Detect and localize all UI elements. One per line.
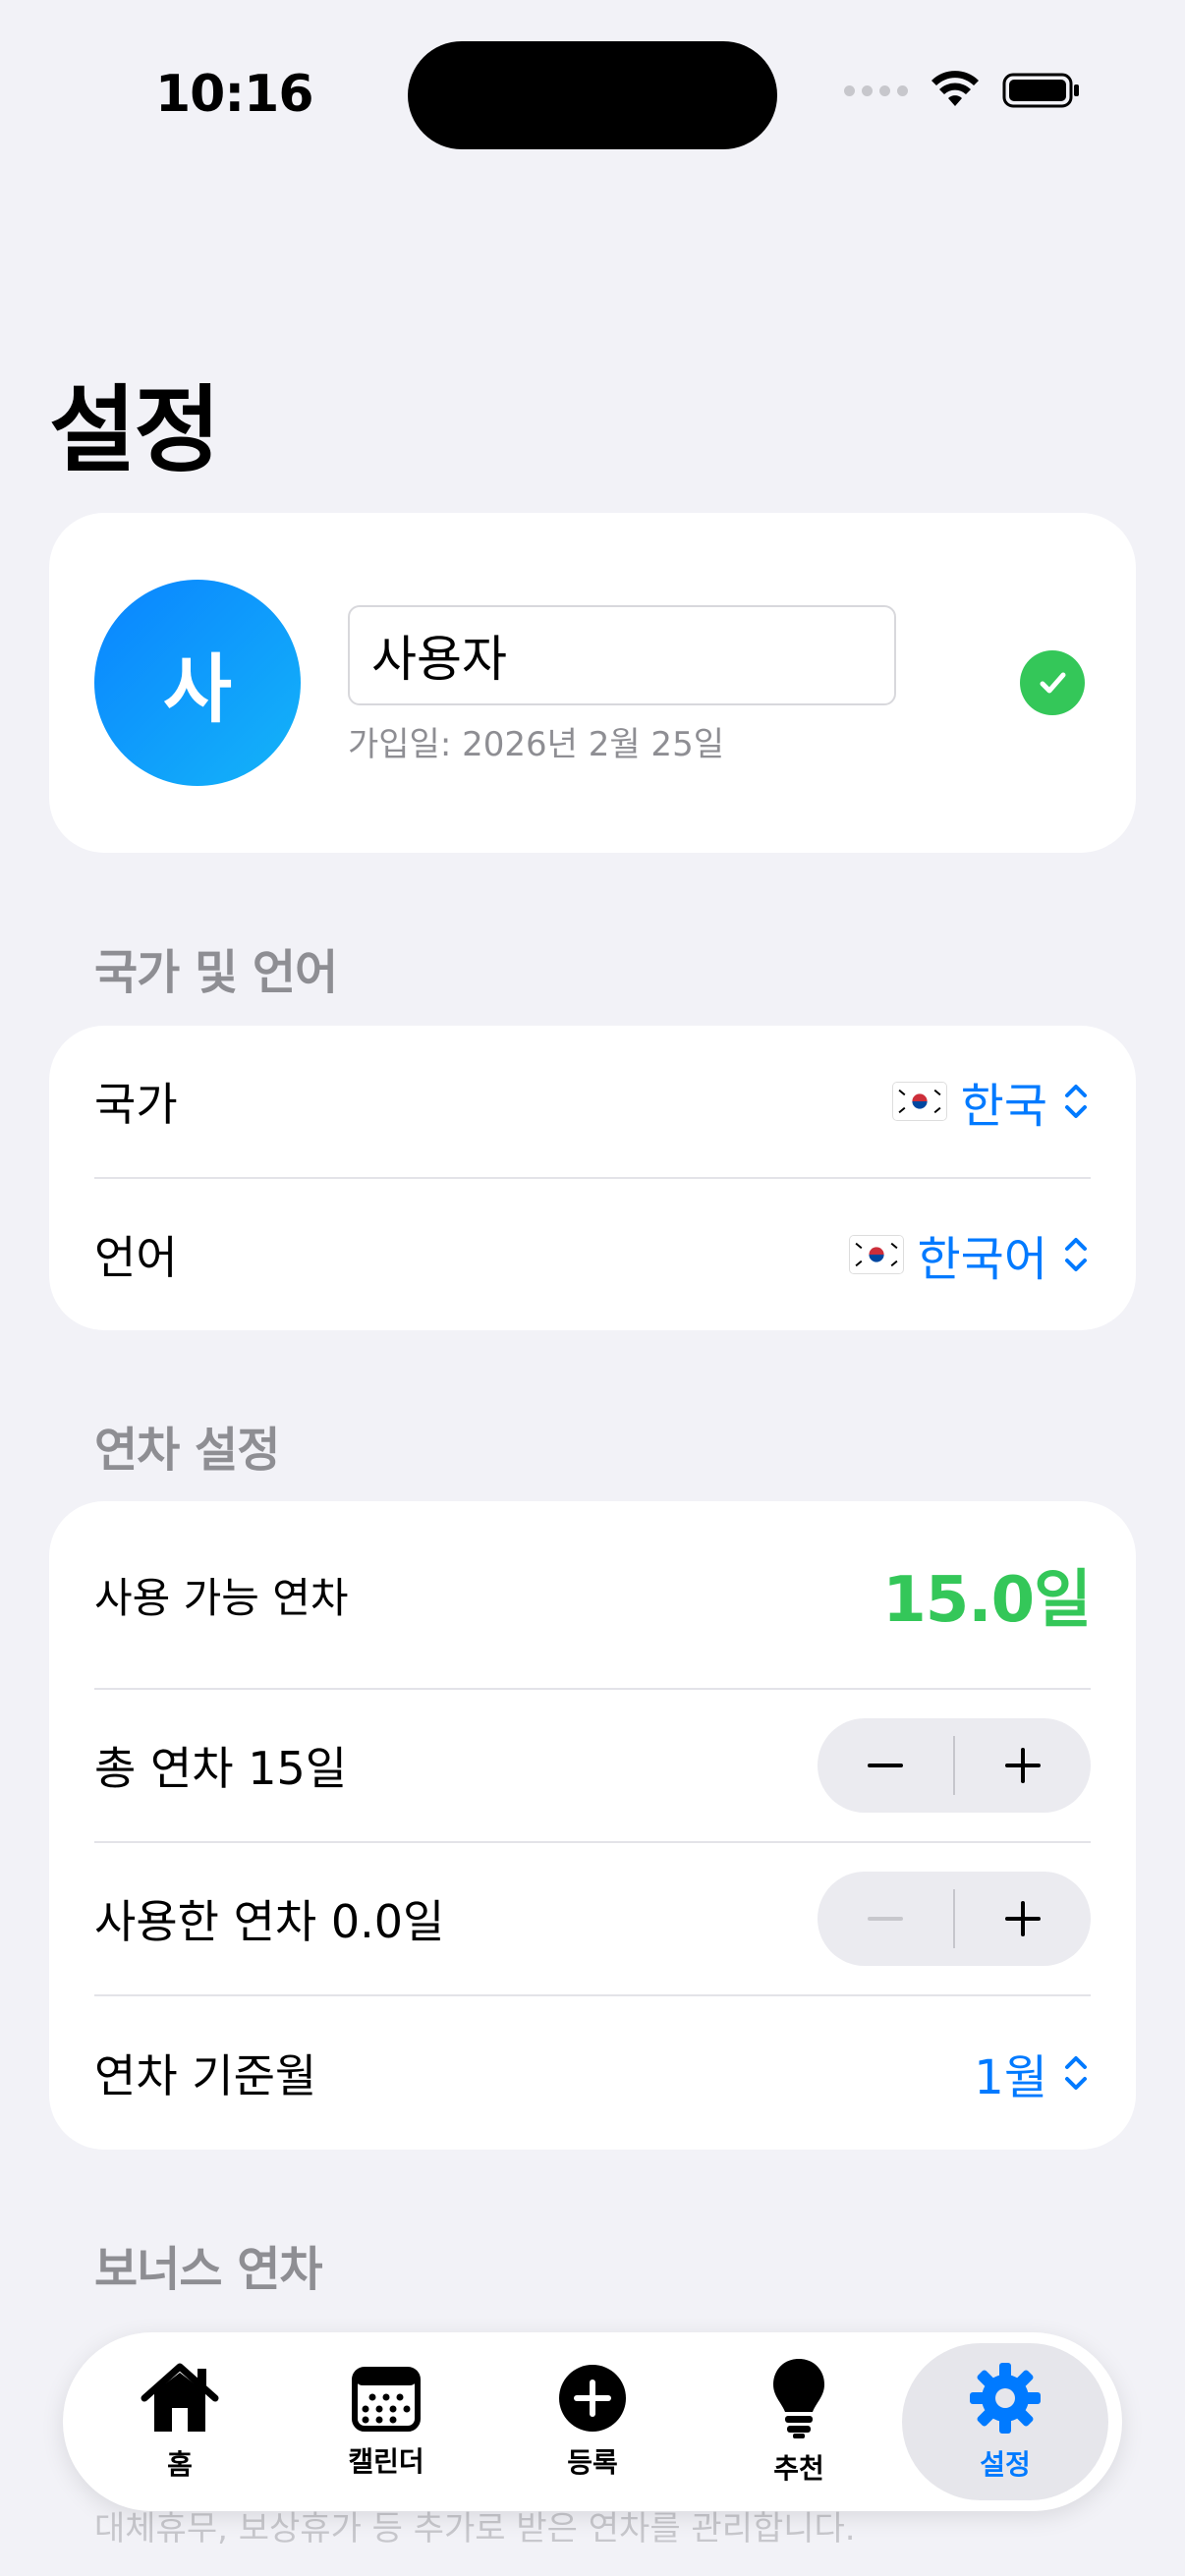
used-leave-label: 사용한 연차 0.0일 [94, 1895, 445, 1948]
total-leave-increment-button[interactable] [955, 1718, 1091, 1813]
country-label: 국가 [94, 1078, 178, 1131]
plus-icon [1005, 1748, 1041, 1783]
tab-label: 캘린더 [348, 2445, 424, 2478]
used-leave-stepper[interactable] [818, 1872, 1091, 1966]
language-value: 한국어 [917, 1232, 1047, 1287]
available-leave-label: 사용 가능 연차 [94, 1573, 349, 1622]
name-input[interactable] [348, 605, 896, 705]
tab-label: 추천 [773, 2452, 824, 2485]
total-leave-stepper[interactable] [818, 1718, 1091, 1813]
country-picker[interactable]: 한국 [891, 1067, 1091, 1136]
chevron-up-down-icon [1065, 1085, 1087, 1118]
lightbulb-icon [773, 2359, 824, 2438]
korea-flag-icon [891, 1082, 947, 1121]
tab-label: 홈 [167, 2448, 193, 2481]
plus-icon [1005, 1901, 1041, 1936]
house-icon [141, 2363, 219, 2432]
minus-icon [868, 1917, 903, 1921]
language-label: 언어 [94, 1231, 178, 1284]
section-header-leave-settings: 연차 설정 [94, 1423, 280, 1478]
language-row[interactable]: 언어 한국어 [94, 1179, 1091, 1330]
base-month-label: 연차 기준월 [94, 2049, 317, 2102]
section-header-country-language: 국가 및 언어 [94, 945, 338, 1000]
total-leave-row: 총 연차 15일 [94, 1690, 1091, 1841]
avatar-initial: 사 [163, 645, 232, 733]
korea-flag-icon [848, 1235, 904, 1274]
status-bar: 10:16 [0, 0, 1185, 187]
tab-settings[interactable]: 설정 [902, 2343, 1108, 2500]
leave-settings-card: 사용 가능 연차 15.0일 총 연차 15일 사용한 연차 0.0일 연차 기… [49, 1501, 1136, 2150]
gear-icon [970, 2363, 1041, 2434]
country-value: 한국 [960, 1079, 1047, 1134]
language-picker[interactable]: 한국어 [848, 1220, 1091, 1289]
base-month-picker[interactable]: 1월 [974, 2039, 1091, 2107]
base-month-row[interactable]: 연차 기준월 1월 [94, 1996, 1091, 2150]
join-date: 가입일: 2026년 2월 25일 [348, 725, 724, 764]
wifi-icon [931, 71, 979, 106]
plus-circle-icon [559, 2365, 626, 2432]
dynamic-island [408, 41, 777, 149]
used-leave-increment-button[interactable] [955, 1872, 1091, 1966]
section-header-bonus-leave: 보너스 연차 [94, 2242, 323, 2297]
tab-home[interactable]: 홈 [77, 2343, 283, 2500]
chevron-up-down-icon [1065, 2056, 1087, 2090]
available-leave-value: 15.0일 [882, 1564, 1092, 1637]
status-icons [844, 71, 1081, 110]
total-leave-decrement-button[interactable] [818, 1718, 953, 1813]
base-month-value: 1월 [974, 2050, 1047, 2105]
used-leave-row: 사용한 연차 0.0일 [94, 1843, 1091, 1994]
page-title: 설정 [49, 375, 221, 485]
battery-icon [1002, 73, 1079, 108]
signal-dots-icon [844, 84, 908, 96]
tab-bar: 홈 캘린더 등록 추천 설정 [63, 2332, 1122, 2511]
country-language-card: 국가 한국 언어 한국어 [49, 1026, 1136, 1330]
avatar: 사 [94, 580, 301, 786]
profile-card: 사 가입일: 2026년 2월 25일 [49, 513, 1136, 853]
total-leave-label: 총 연차 15일 [94, 1742, 348, 1795]
status-time: 10:16 [155, 65, 314, 124]
country-row[interactable]: 국가 한국 [94, 1026, 1091, 1177]
tab-recommend[interactable]: 추천 [696, 2343, 902, 2500]
used-leave-decrement-button[interactable] [818, 1872, 953, 1966]
tab-label: 설정 [980, 2448, 1031, 2481]
tab-label: 등록 [567, 2446, 618, 2479]
check-icon[interactable] [1020, 650, 1085, 715]
chevron-up-down-icon [1065, 1238, 1087, 1271]
available-leave-row: 사용 가능 연차 15.0일 [94, 1501, 1092, 1688]
tab-calendar[interactable]: 캘린더 [283, 2343, 489, 2500]
tab-register[interactable]: 등록 [489, 2343, 696, 2500]
minus-icon [868, 1764, 903, 1767]
calendar-icon [352, 2367, 421, 2432]
